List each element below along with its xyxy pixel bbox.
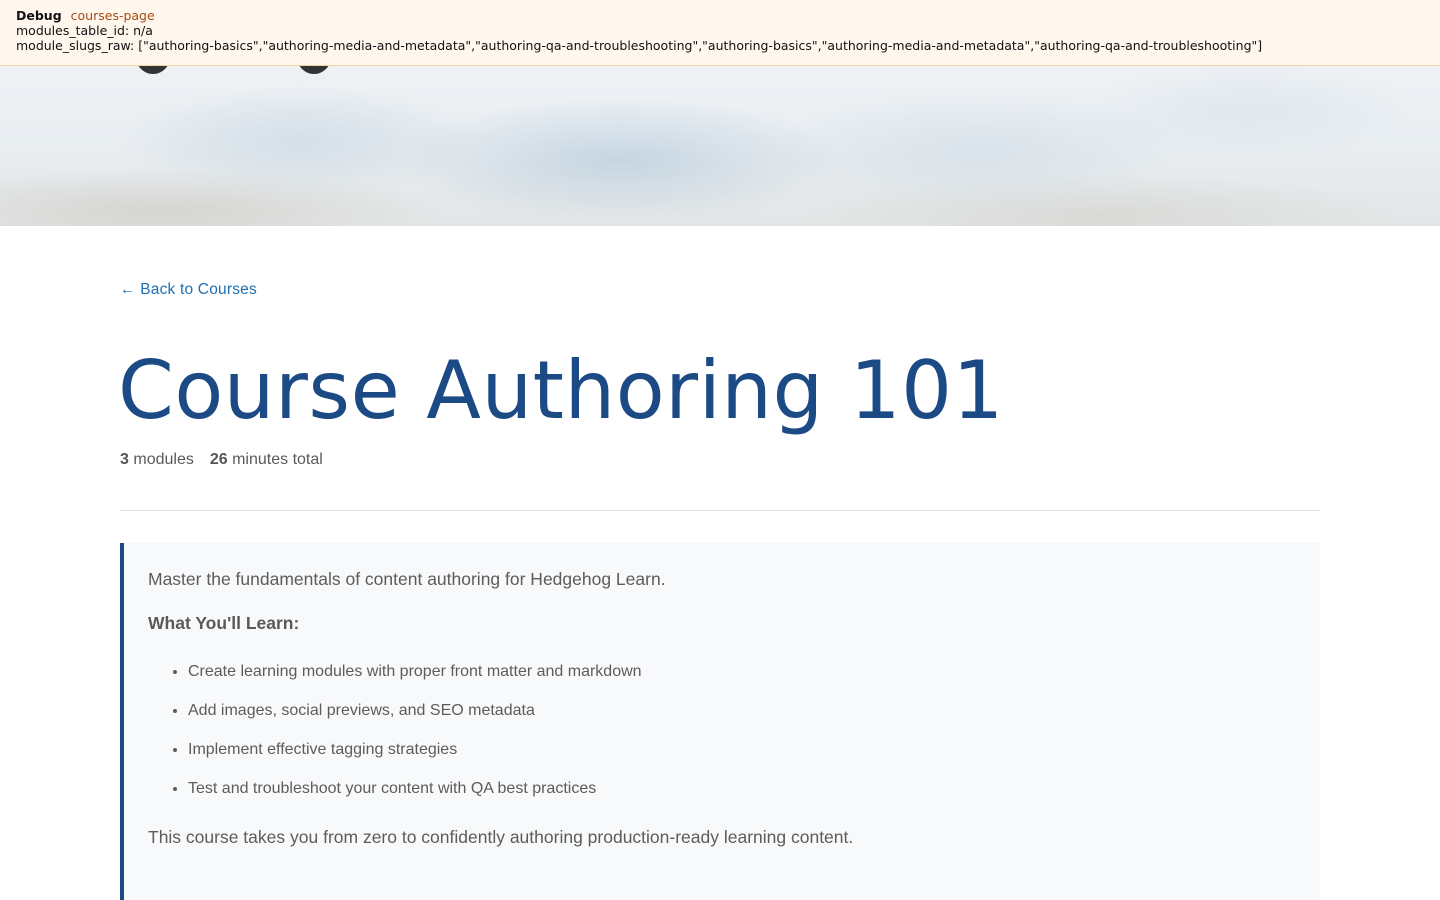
description-outro: This course takes you from zero to confi… (148, 827, 854, 847)
modules-stat: 3 modules (120, 451, 194, 468)
description-heading: What You'll Learn: (148, 613, 300, 633)
minutes-count: 26 (209, 451, 228, 468)
debug-modules-table-id: modules_table_id: n/a (16, 23, 153, 38)
description-intro: Master the fundamentals of content autho… (148, 569, 666, 589)
modules-count: 3 (120, 451, 129, 468)
list-item: Test and troubleshoot your content with … (188, 779, 1296, 799)
list-item: Create learning modules with proper fron… (188, 662, 1296, 682)
back-to-courses-link[interactable]: ← Back to Courses (120, 281, 257, 299)
debug-tag: courses-page (70, 8, 155, 23)
list-item: Add images, social previews, and SEO met… (188, 701, 1296, 721)
debug-header: Debug courses-page (16, 8, 1424, 23)
debug-title: Debug (16, 8, 62, 23)
divider (120, 510, 1320, 511)
minutes-label: minutes total (232, 451, 323, 468)
page-title: Course Authoring 101 (118, 344, 1004, 437)
debug-panel: Debug courses-page modules_table_id: n/a … (0, 0, 1440, 66)
course-stats: 3 modules 26 minutes total (120, 451, 323, 469)
course-main: ← Back to Courses Course Authoring 101 3… (0, 226, 1440, 900)
learning-objectives-list: Create learning modules with proper fron… (148, 662, 1296, 799)
minutes-stat: 26 minutes total (210, 451, 323, 468)
course-description: Master the fundamentals of content autho… (120, 543, 1320, 900)
modules-label: modules (133, 451, 194, 468)
list-item: Implement effective tagging strategies (188, 740, 1296, 760)
debug-module-slugs: module_slugs_raw: ["authoring-basics","a… (16, 38, 1263, 53)
